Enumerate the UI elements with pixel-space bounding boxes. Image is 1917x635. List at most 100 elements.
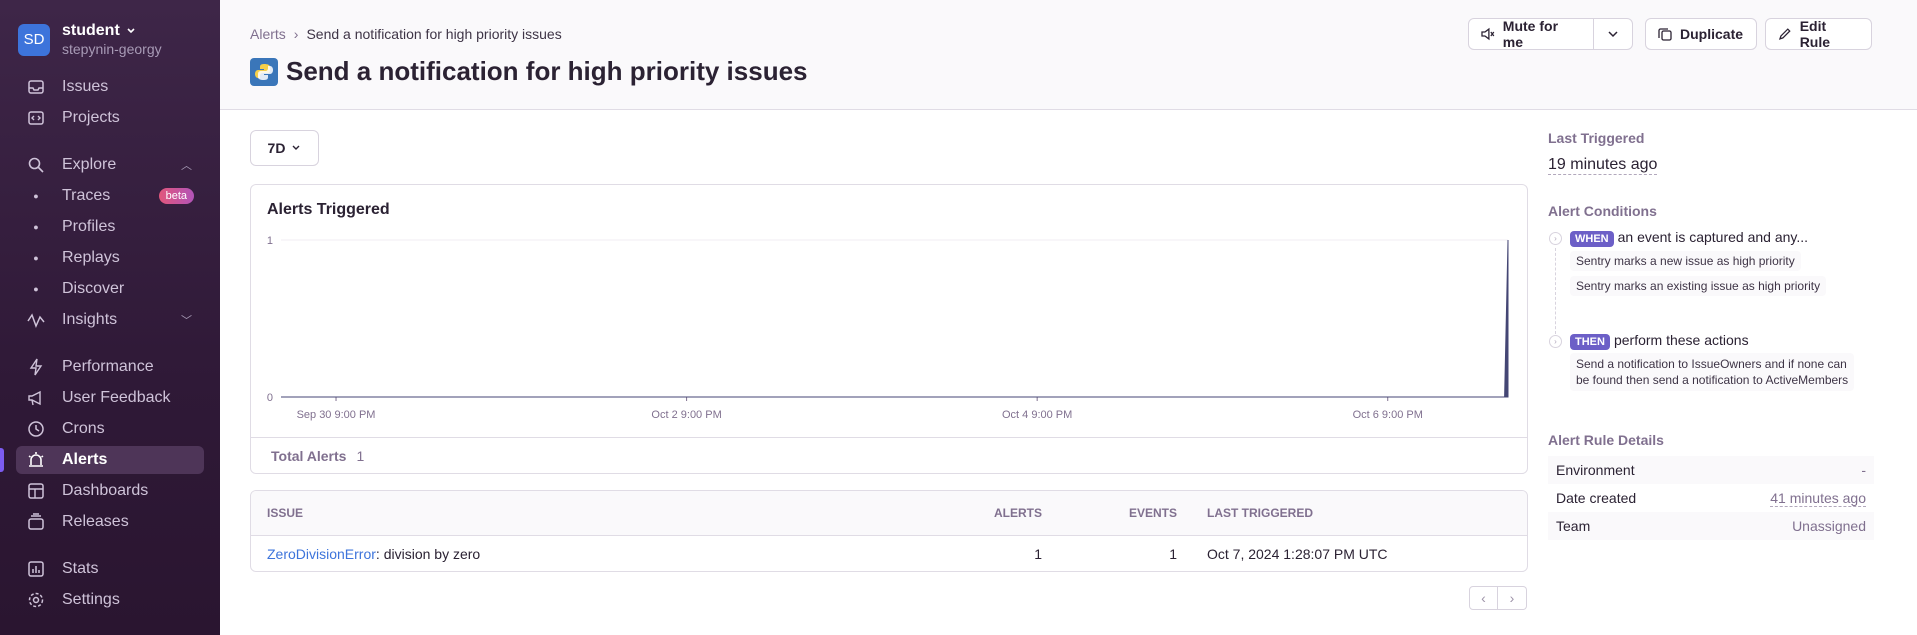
speaker-mute-icon (1481, 27, 1495, 41)
condition-step-icon: › (1549, 335, 1562, 348)
sidebar-item-label: Replays (62, 249, 120, 266)
bullet-icon: ● (33, 284, 39, 294)
sidebar-item-releases[interactable]: Releases (16, 508, 204, 536)
x-tick-label: Oct 6 9:00 PM (1353, 409, 1423, 421)
condition-connector (1555, 248, 1556, 334)
then-text: perform these actions (1613, 332, 1749, 348)
issue-cell: ZeroDivisionError: division by zero (267, 546, 480, 562)
when-text: an event is captured and any... (1617, 229, 1809, 245)
sidebar-item-settings[interactable]: Settings (16, 586, 204, 614)
duplicate-button[interactable]: Duplicate (1645, 18, 1757, 50)
when-condition: WHEN an event is captured and any... (1570, 229, 1808, 247)
sidebar-item-label: Crons (62, 420, 105, 437)
sidebar-item-dashboards[interactable]: Dashboards (16, 477, 204, 505)
detail-row-team: Team Unassigned (1548, 512, 1874, 540)
search-icon (26, 155, 46, 175)
sidebar-item-traces[interactable]: ● Traces beta (16, 182, 204, 210)
time-range-selector[interactable]: 7D (250, 130, 319, 166)
then-item-line: be found then send a notification to Act… (1576, 373, 1849, 387)
breadcrumb-alerts-link[interactable]: Alerts (250, 26, 286, 42)
bullet-icon: ● (33, 191, 39, 201)
mute-label: Mute for me (1502, 18, 1559, 50)
sidebar-item-insights[interactable]: Insights ﹀ (16, 306, 204, 334)
chevron-up-icon: ︿ (181, 160, 192, 172)
gear-icon (26, 590, 46, 610)
detail-row-environment: Environment - (1548, 456, 1874, 484)
breadcrumb-current: Send a notification for high priority is… (306, 26, 562, 42)
when-item: Sentry marks an existing issue as high p… (1570, 276, 1827, 296)
active-indicator (0, 448, 4, 472)
sidebar-item-performance[interactable]: Performance (16, 353, 204, 381)
clock-icon (26, 419, 46, 439)
issues-table: ISSUE ALERTS EVENTS LAST TRIGGERED ZeroD… (250, 490, 1528, 572)
org-name: student (62, 22, 120, 39)
releases-icon (26, 512, 46, 532)
last-triggered-cell: Oct 7, 2024 1:28:07 PM UTC (1207, 546, 1388, 562)
python-icon (250, 57, 278, 86)
events-count: 1 (1169, 546, 1177, 562)
then-item: Send a notification to IssueOwners and i… (1570, 353, 1855, 391)
x-tick-label: Sep 30 9:00 PM (297, 409, 376, 421)
when-badge: WHEN (1570, 231, 1614, 247)
sidebar-item-explore[interactable]: Explore ︿ (16, 151, 204, 179)
sidebar-item-user-feedback[interactable]: User Feedback (16, 384, 204, 412)
col-issue: ISSUE (267, 506, 304, 520)
condition-step-icon: › (1549, 232, 1562, 245)
rule-details-label: Alert Rule Details (1548, 432, 1664, 448)
then-condition: THEN perform these actions (1570, 332, 1749, 350)
sidebar-item-crons[interactable]: Crons (16, 415, 204, 443)
lightning-icon (26, 357, 46, 377)
sidebar-item-label: User Feedback (62, 389, 171, 406)
x-tick-label: Oct 2 9:00 PM (651, 409, 721, 421)
issue-message: : division by zero (375, 546, 481, 562)
detail-value: Unassigned (1792, 518, 1866, 534)
detail-value: - (1861, 462, 1866, 478)
sidebar-item-discover[interactable]: ● Discover (16, 275, 204, 303)
megaphone-icon (26, 388, 46, 408)
sidebar-item-label: Releases (62, 513, 129, 530)
graph-icon (26, 310, 46, 330)
alerts-area-series (281, 239, 1509, 398)
total-alerts: Total Alerts 1 (251, 437, 1527, 473)
col-events: EVENTS (1128, 506, 1177, 520)
edit-rule-label: Edit Rule (1799, 18, 1831, 50)
bullet-icon: ● (33, 222, 39, 232)
chevron-right-icon: › (293, 26, 299, 42)
alerts-chart: 0 1 Sep 30 9:00 PM Oct 2 9:00 PM Oct 4 9:00 … (267, 235, 1509, 421)
sidebar-item-stats[interactable]: Stats (16, 555, 204, 583)
chevron-down-icon: ﹀ (181, 315, 192, 327)
prev-page-button[interactable]: ‹ (1469, 586, 1498, 610)
when-item: Sentry marks a new issue as high priorit… (1570, 251, 1801, 271)
sidebar-item-issues[interactable]: Issues (16, 73, 204, 101)
page-title: Send a notification for high priority is… (250, 56, 808, 87)
mute-button[interactable]: Mute for me (1468, 18, 1594, 50)
duplicate-label: Duplicate (1680, 26, 1744, 42)
sidebar: SD student stepynin-georgy Issues Projec… (0, 0, 220, 635)
detail-key: Team (1556, 518, 1591, 534)
pencil-icon (1778, 28, 1791, 40)
detail-row-date-created: Date created 41 minutes ago (1548, 484, 1874, 512)
mute-options-dropdown[interactable] (1593, 18, 1633, 50)
pagination: ‹ › (1469, 586, 1527, 610)
beta-badge: beta (158, 188, 194, 204)
org-switcher[interactable]: SD student stepynin-georgy (18, 22, 162, 57)
detail-key: Date created (1556, 490, 1637, 506)
sidebar-item-label: Settings (62, 591, 120, 608)
sidebar-item-profiles[interactable]: ● Profiles (16, 213, 204, 241)
sidebar-item-label: Traces (62, 187, 111, 204)
sidebar-item-label: Projects (62, 109, 120, 126)
sidebar-item-projects[interactable]: Projects (16, 104, 204, 132)
y-tick-label: 1 (267, 235, 273, 247)
siren-icon (26, 450, 46, 470)
chevron-down-icon (1608, 31, 1618, 38)
issue-link[interactable]: ZeroDivisionError (267, 546, 376, 562)
sidebar-item-label: Stats (62, 560, 99, 577)
next-page-button[interactable]: › (1498, 586, 1527, 610)
then-badge: THEN (1570, 334, 1610, 350)
sidebar-item-alerts[interactable]: Alerts (16, 446, 204, 474)
edit-rule-button[interactable]: Edit Rule (1765, 18, 1872, 50)
alerts-chart-panel: Alerts Triggered 0 1 Sep 30 9:00 PM Oct 2 9… (250, 184, 1528, 474)
sidebar-item-replays[interactable]: ● Replays (16, 244, 204, 272)
last-triggered-label: Last Triggered (1548, 130, 1645, 146)
copy-icon (1658, 28, 1672, 41)
